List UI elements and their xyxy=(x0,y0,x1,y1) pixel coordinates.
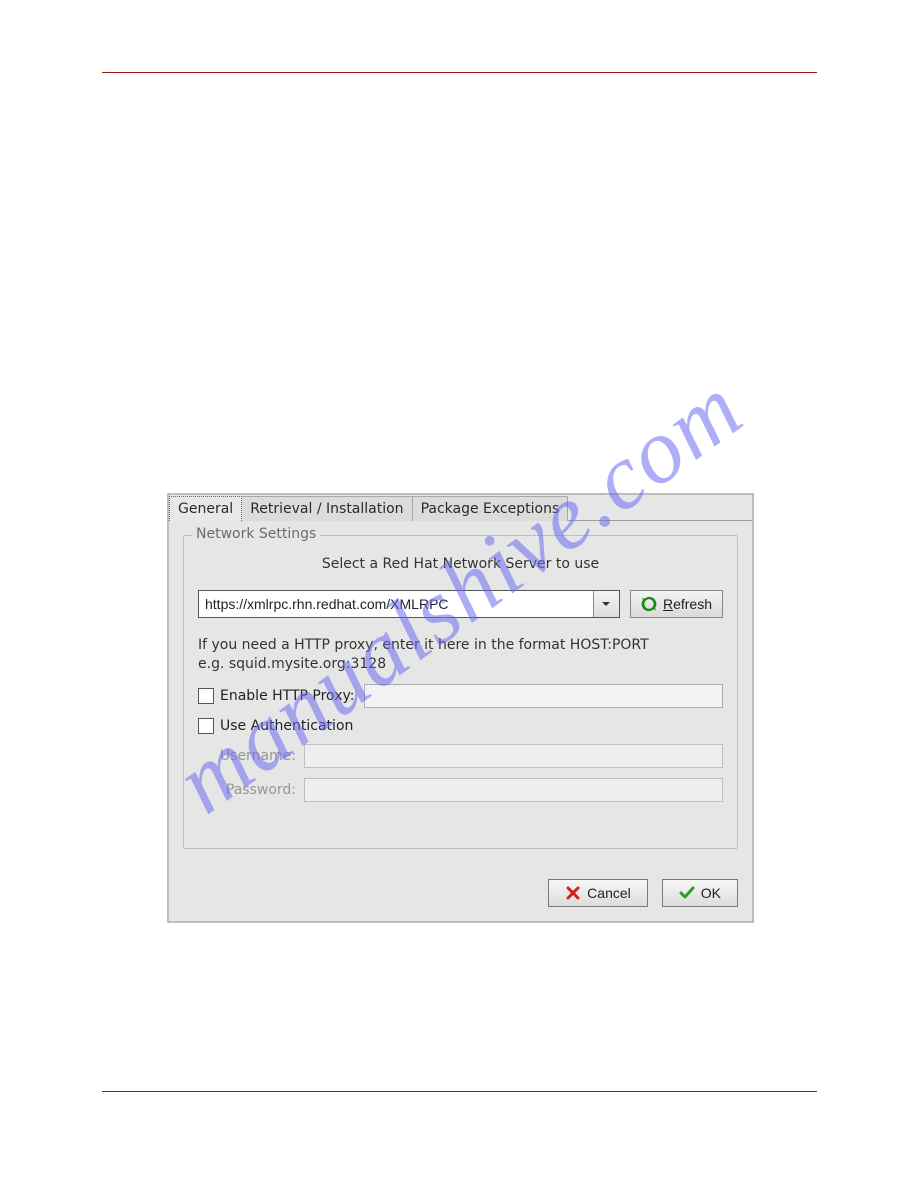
tab-bar: General Retrieval / Installation Package… xyxy=(169,495,752,521)
chevron-down-icon xyxy=(600,598,612,610)
server-row: Refresh xyxy=(198,590,723,618)
proxy-help-line2: e.g. squid.mysite.org:3128 xyxy=(198,655,723,674)
username-input xyxy=(304,744,723,768)
enable-proxy-label: Enable HTTP Proxy: xyxy=(220,688,354,704)
use-auth-row: Use Authentication xyxy=(198,718,723,734)
username-row: Username: xyxy=(198,744,723,768)
use-auth-checkbox[interactable] xyxy=(198,718,214,734)
settings-dialog: General Retrieval / Installation Package… xyxy=(167,493,754,923)
tab-package-exceptions[interactable]: Package Exceptions xyxy=(412,496,569,521)
enable-proxy-row: Enable HTTP Proxy: xyxy=(198,684,723,708)
refresh-icon xyxy=(641,596,657,612)
cancel-label: Cancel xyxy=(587,885,631,901)
proxy-help-text: If you need a HTTP proxy, enter it here … xyxy=(198,636,723,674)
tab-general-label: General xyxy=(178,501,233,517)
http-proxy-input xyxy=(364,684,723,708)
server-combo xyxy=(198,590,620,618)
ok-button[interactable]: OK xyxy=(662,879,738,907)
general-panel: Network Settings Select a Red Hat Networ… xyxy=(169,521,752,867)
tab-retrieval-installation[interactable]: Retrieval / Installation xyxy=(241,496,412,521)
check-icon xyxy=(679,885,695,901)
server-input[interactable] xyxy=(199,591,593,617)
cancel-button[interactable]: Cancel xyxy=(548,879,648,907)
tab-retrieval-label: Retrieval / Installation xyxy=(250,501,403,517)
password-input xyxy=(304,778,723,802)
close-icon xyxy=(565,885,581,901)
use-auth-label: Use Authentication xyxy=(220,718,353,734)
server-dropdown-button[interactable] xyxy=(593,591,619,617)
tab-general[interactable]: General xyxy=(169,496,242,521)
username-label: Username: xyxy=(216,748,296,764)
password-label: Password: xyxy=(216,782,296,798)
proxy-help-line1: If you need a HTTP proxy, enter it here … xyxy=(198,636,723,655)
network-settings-fieldset: Network Settings Select a Red Hat Networ… xyxy=(183,535,738,849)
server-select-label: Select a Red Hat Network Server to use xyxy=(198,556,723,572)
tab-exceptions-label: Package Exceptions xyxy=(421,501,560,517)
refresh-label: Refresh xyxy=(663,596,712,612)
password-row: Password: xyxy=(198,778,723,802)
dialog-button-bar: Cancel OK xyxy=(169,867,752,921)
network-settings-legend: Network Settings xyxy=(192,526,320,542)
refresh-button[interactable]: Refresh xyxy=(630,590,723,618)
enable-proxy-checkbox[interactable] xyxy=(198,688,214,704)
ok-label: OK xyxy=(701,885,721,901)
